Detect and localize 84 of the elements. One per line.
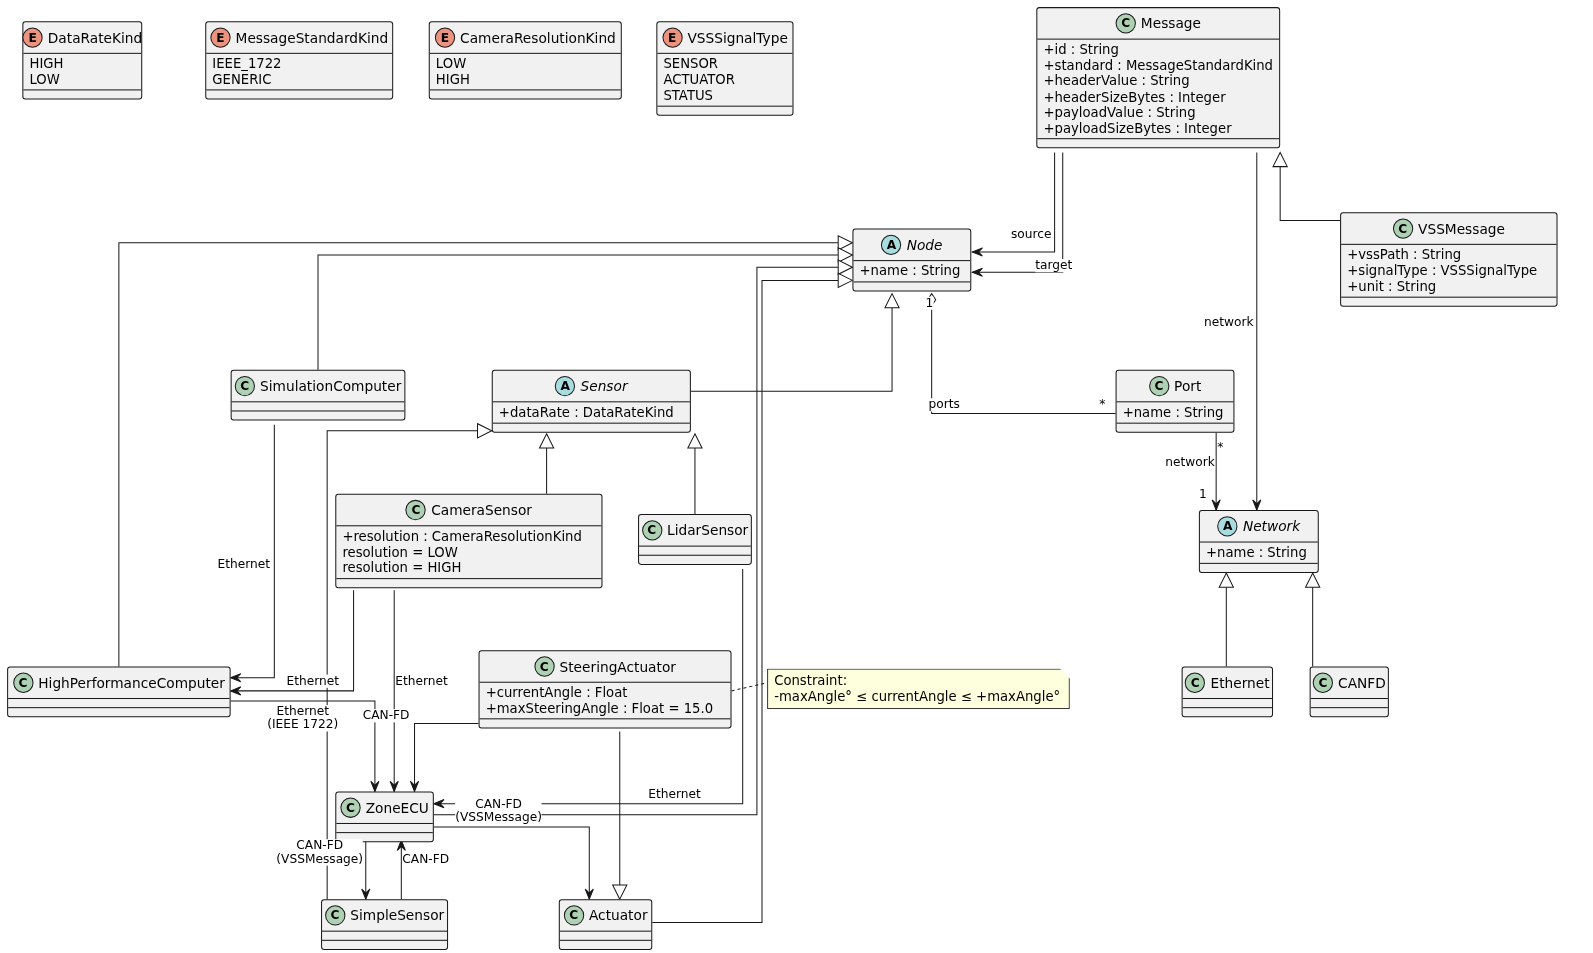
note-text: Constraint: [774,672,849,689]
class-badge-icon: C [324,905,346,926]
attribute: +payloadValue : String [1043,104,1196,121]
relation-label: CAN-FD (VSSMessage) [455,797,542,824]
attribute: +payloadSizeBytes : Integer [1043,120,1233,137]
relation-label: Ethernet [286,674,340,688]
class-name: LidarSensor [667,522,749,539]
class-badge-icon: C [563,905,584,926]
class-badge-icon: C [1312,672,1334,693]
class-name: SimpleSensor [350,907,445,924]
attribute: STATUS [663,87,714,104]
class-badge-icon: C [1185,672,1206,693]
relation-label: Ethernet (IEEE 1722) [267,705,339,732]
class-name: HighPerformanceComputer [38,674,225,691]
class-badge-icon: C [405,499,427,521]
attribute: +name : String [1122,404,1225,421]
attribute: IEEE_1722 [212,55,283,72]
class-badge-icon: C [534,656,555,677]
class-name: Sensor [580,377,628,395]
attribute: +id : String [1043,41,1120,58]
class-name: Ethernet [1210,674,1270,691]
class-name: SimulationComputer [260,377,402,395]
relation-label: 1 [925,296,934,310]
class-name: CANFD [1338,674,1386,691]
class-name: ZoneECU [365,799,429,816]
class-name: Message [1140,15,1201,32]
attribute: SENSOR [663,55,720,72]
class-name: Actuator [588,907,648,924]
attribute: +resolution : CameraResolutionKind [342,528,583,545]
relation-label: ports [928,398,960,412]
class-name: VSSSignalType [687,29,788,46]
class-name: DataRateKind [47,29,143,46]
relation-label: Ethernet [217,557,270,571]
attribute: +headerValue : String [1043,73,1191,89]
attribute: +name : String [859,263,962,279]
class-badge-icon: C [641,520,662,541]
abstract-badge-icon: A [1217,516,1238,537]
attribute: +signalType : VSSSignalType [1347,262,1539,279]
relation-label: Ethernet [648,787,701,801]
class-badge-icon: C [340,797,361,818]
attribute: LOW [29,71,61,88]
attribute: +vssPath : String [1347,246,1463,263]
relation-label: CAN-FD (VSSMessage) [276,839,364,866]
class-name: Node [906,236,943,253]
attribute: GENERIC [212,71,273,88]
attribute: +dataRate : DataRateKind [498,404,675,421]
abstract-badge-icon: A [881,234,902,255]
class-name: Network [1242,518,1301,535]
class-badge-icon: C [1115,13,1136,34]
class-name: CameraResolutionKind [460,29,616,46]
attribute: HIGH [435,71,471,88]
relation-label: network [1165,456,1215,470]
relation-label: CAN-FD [362,709,410,723]
class-name: VSSMessage [1418,220,1505,237]
note-text: -maxAngle° ≤ currentAngle ≤ +maxAngle° [774,688,1062,706]
attribute: +headerSizeBytes : Integer [1043,88,1227,105]
attribute: +standard : MessageStandardKind [1043,57,1274,74]
attribute: ACTUATOR [663,71,736,88]
class-name: Port [1174,377,1202,395]
enum-badge-icon: E [434,27,456,48]
class-name: CameraSensor [431,501,532,519]
enum-badge-icon: E [662,27,683,48]
attribute: +unit : String [1347,278,1438,295]
abstract-badge-icon: A [555,375,576,397]
class-badge-icon: C [12,672,34,693]
relation-label: Ethernet [395,674,448,688]
class-badge-icon: C [234,375,255,397]
attribute: HIGH [29,55,65,72]
attribute: +name : String [1206,544,1308,561]
attribute: resolution = LOW [342,544,459,560]
attribute: +currentAngle : Float [485,684,629,701]
class-name: MessageStandardKind [235,29,389,46]
class-badge-icon: C [1392,218,1413,239]
enum-badge-icon: E [22,27,43,48]
attribute: LOW [435,55,468,72]
attribute: +maxSteeringAngle : Float = 15.0 [485,700,715,717]
enum-badge-icon: E [210,27,231,48]
relation-label: CAN-FD [402,852,450,866]
generalization-arrow [1272,151,1341,221]
class-name: SteeringActuator [559,658,676,675]
relation-label: 1 [1198,487,1207,501]
attribute: resolution = HIGH [342,559,463,576]
class-badge-icon: C [1148,375,1169,397]
relation-label: target [1035,259,1073,273]
